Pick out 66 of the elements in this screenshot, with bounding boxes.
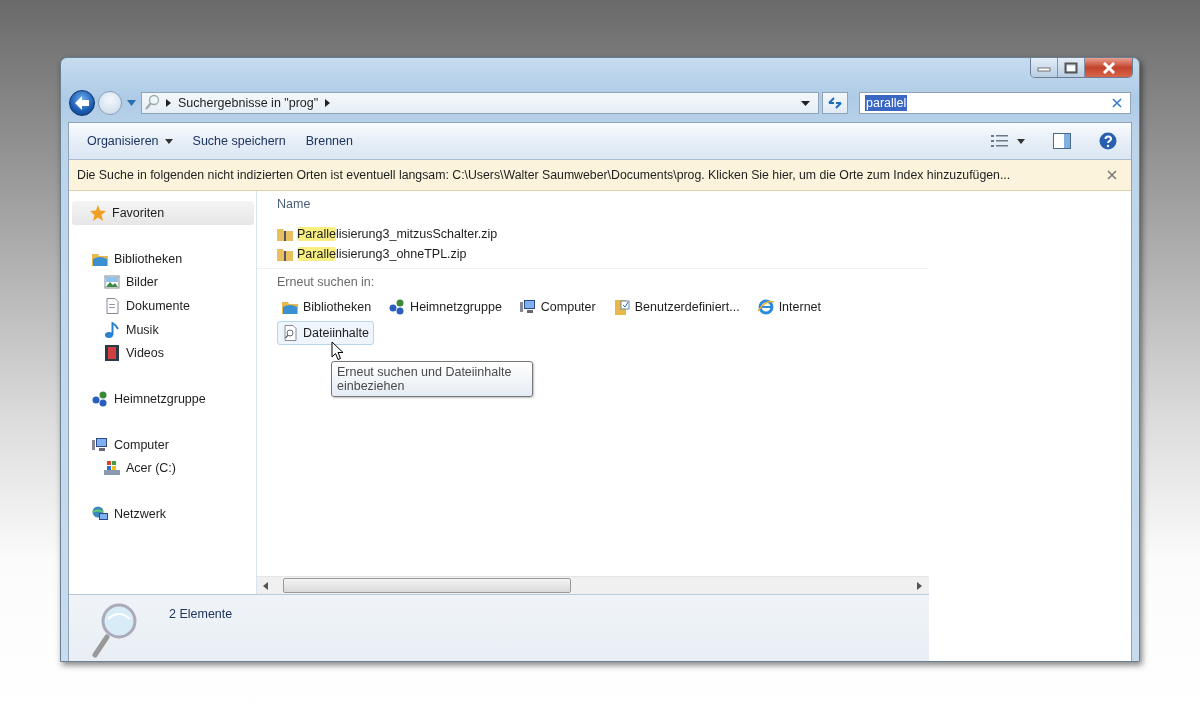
caret-icon[interactable]: [801, 100, 810, 106]
menu-button[interactable]: Organisieren: [79, 130, 181, 152]
back-arrow-icon: [73, 95, 91, 111]
navigation-item[interactable]: Musik: [72, 317, 256, 342]
info-message[interactable]: Die Suche in folgenden nicht indizierten Orten ist eventuell langsam: C:\Users\Walter Saumweber\Documents\prog. Klicken Sie hier, um die Orte zum Index hinzuzufügen...: [77, 168, 1011, 182]
caret-icon: [164, 138, 173, 144]
magnifier-icon: [91, 601, 139, 659]
close-button[interactable]: [1085, 58, 1132, 77]
search-location-link[interactable]: Benutzerdefiniert...: [608, 295, 745, 319]
star-icon: [90, 204, 106, 221]
refresh-icon: [827, 96, 843, 110]
close-icon[interactable]: [1107, 170, 1117, 180]
chevron-icon[interactable]: [166, 99, 171, 107]
horizontal-scrollbar[interactable]: [257, 576, 929, 594]
network-globe-icon: [92, 506, 108, 523]
toolbar-button[interactable]: Suche speichern: [184, 130, 294, 152]
network-icon: [389, 299, 406, 315]
navigation-item[interactable]: Bibliotheken: [72, 246, 256, 271]
refresh-button[interactable]: [822, 92, 848, 114]
navigation-item[interactable]: Bilder: [72, 270, 256, 295]
navigation-item[interactable]: Netzwerk: [72, 502, 256, 526]
scroll-left-icon[interactable]: [263, 581, 269, 590]
network-icon: [92, 390, 108, 407]
computer-icon: [519, 299, 536, 315]
scroll-right-icon[interactable]: [917, 581, 923, 590]
image-icon: [104, 274, 120, 291]
search-location-link[interactable]: Bibliotheken: [277, 295, 377, 319]
navigation-item[interactable]: Computer: [72, 432, 256, 457]
zip-folder-icon: [277, 246, 293, 262]
search-location-link[interactable]: Dateiinhalte: [277, 321, 374, 345]
section-heading: Erneut suchen in:: [277, 275, 375, 289]
navigation-item[interactable]: Acer (C:): [72, 456, 256, 481]
navigation-item[interactable]: Videos: [72, 341, 256, 366]
clear-icon[interactable]: [1112, 98, 1122, 108]
document-icon: [104, 297, 120, 314]
back-button[interactable]: [69, 90, 95, 116]
film-icon: [104, 345, 120, 362]
breadcrumb-item[interactable]: Suchergebnisse in "prog": [178, 96, 319, 110]
search-icon: [144, 94, 160, 112]
maximize-icon: [1064, 61, 1078, 74]
folder-icon: [282, 299, 298, 315]
scrollbar-thumb[interactable]: [283, 578, 571, 593]
navigation-item[interactable]: Favoriten: [72, 201, 254, 225]
search-document-icon: [282, 325, 298, 341]
search-location-link[interactable]: Internet: [752, 295, 827, 319]
zip-folder-icon: [277, 226, 293, 242]
toolbar-button[interactable]: Brennen: [297, 130, 361, 152]
search-field[interactable]: parallel: [859, 92, 1131, 114]
folder-icon: [613, 299, 630, 315]
navigation-item[interactable]: Dokumente: [72, 294, 256, 318]
computer-icon: [92, 436, 108, 453]
music-note-icon: [104, 321, 120, 338]
mouse-pointer-icon: [331, 341, 344, 361]
search-location-link[interactable]: Heimnetzgruppe: [384, 295, 507, 319]
close-icon: [1100, 61, 1117, 74]
browser-icon: [757, 299, 774, 315]
maximize-button[interactable]: [1058, 58, 1085, 77]
search-location-link[interactable]: Computer: [514, 295, 601, 319]
drive-icon: [104, 460, 120, 477]
tooltip: Erneut suchen und Dateiinhalte einbeziehen: [331, 361, 533, 397]
address-bar[interactable]: Suchergebnisse in "prog": [141, 92, 819, 114]
item-count: 2 Elemente: [169, 606, 233, 621]
info-bar[interactable]: Die Suche in folgenden nicht indizierten Orten ist eventuell langsam: C:\Users\Walter Saumweber\Documents\prog. Klicken Sie hier, um die Orte zum Index hinzuzufügen...: [69, 160, 1131, 191]
column-header[interactable]: Name: [277, 197, 311, 215]
navigation-item[interactable]: Heimnetzgruppe: [72, 387, 256, 411]
chevron-icon[interactable]: [325, 99, 331, 107]
